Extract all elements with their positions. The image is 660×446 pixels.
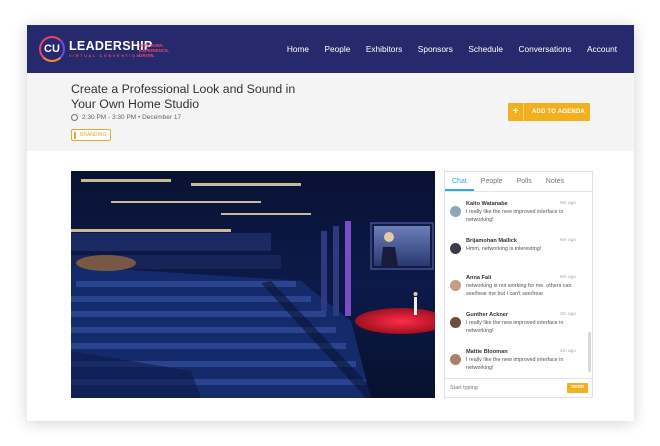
logo-tagline: DISCOVER. EXPERIENCE. GROW. (139, 43, 169, 58)
chat-messages: Kaito Watanabe 6m ago I really like the … (445, 200, 588, 385)
session-tag[interactable]: BRANDING (71, 129, 112, 141)
session-time-text: 2:30 PM - 3:30 PM • December 17 (82, 114, 182, 121)
message-time: 6m ago (560, 275, 576, 280)
message-text: I really like the new improved interface… (466, 357, 564, 371)
tab-notes[interactable]: Notes (539, 172, 571, 191)
avatar (450, 317, 461, 328)
top-navbar: CU LEADERSHIP VIRTUAL CONVENTION DISCOVE… (27, 25, 634, 73)
nav-home[interactable]: Home (287, 44, 309, 54)
conference-stage-image (71, 171, 435, 398)
chat-tabs: Chat People Polls Notes (445, 172, 592, 192)
message-time: 2m ago (560, 349, 576, 354)
message-text: I really like the new improved interface… (466, 320, 564, 334)
nav-schedule[interactable]: Schedule (468, 44, 503, 54)
chat-message: Kaito Watanabe 6m ago I really like the … (445, 200, 588, 237)
tab-people[interactable]: People (474, 172, 510, 191)
avatar (450, 354, 461, 365)
avatar (450, 206, 461, 217)
logo-letters: CU (44, 43, 60, 55)
message-time: 3m ago (560, 312, 576, 317)
chat-scrollbar[interactable] (588, 332, 591, 372)
app-window: CU LEADERSHIP VIRTUAL CONVENTION DISCOVE… (27, 25, 634, 421)
session-time: 2:30 PM - 3:30 PM • December 17 (71, 114, 181, 121)
chat-input[interactable] (450, 382, 560, 394)
chat-message: Anna Fali 6m ago networking is not worki… (445, 274, 588, 311)
main-nav: Home People Exhibitors Sponsors Schedule… (271, 25, 617, 73)
tab-chat[interactable]: Chat (445, 172, 474, 191)
session-title: Create a Professional Look and Sound in … (71, 82, 296, 111)
avatar (450, 280, 461, 291)
message-time: 6m ago (560, 201, 576, 206)
plus-icon: + (508, 103, 524, 121)
chat-panel: Chat People Polls Notes Kaito Watanabe 6… (444, 171, 593, 398)
message-text: I really like the new improved interface… (466, 209, 564, 223)
nav-account[interactable]: Account (587, 44, 617, 54)
logo-badge: CU (39, 36, 65, 62)
tag-marker-icon (74, 131, 76, 139)
clock-icon (71, 114, 78, 121)
tab-polls[interactable]: Polls (510, 172, 539, 191)
send-button[interactable]: SEND (567, 383, 588, 393)
video-player[interactable] (71, 171, 435, 398)
add-to-agenda-button[interactable]: + ADD TO AGENDA (508, 103, 590, 121)
nav-sponsors[interactable]: Sponsors (418, 44, 453, 54)
chat-message: Brijamohan Mallick 6m ago Hmm, networkin… (445, 237, 588, 274)
chat-composer: SEND (445, 378, 592, 397)
nav-people[interactable]: People (325, 44, 351, 54)
chat-message: Gunther Ackner 3m ago I really like the … (445, 311, 588, 348)
nav-conversations[interactable]: Conversations (518, 44, 571, 54)
tagline-line-3: GROW. (139, 53, 155, 58)
nav-exhibitors[interactable]: Exhibitors (366, 44, 402, 54)
avatar (450, 243, 461, 254)
message-text: networking is not working for me. others… (466, 283, 572, 297)
session-tag-label: BRANDING (80, 132, 107, 138)
message-time: 6m ago (560, 238, 576, 243)
message-text: Hmm, networking is interesting! (466, 246, 542, 252)
add-to-agenda-label: ADD TO AGENDA (532, 109, 585, 115)
brand-logo[interactable]: CU LEADERSHIP VIRTUAL CONVENTION (39, 36, 153, 62)
